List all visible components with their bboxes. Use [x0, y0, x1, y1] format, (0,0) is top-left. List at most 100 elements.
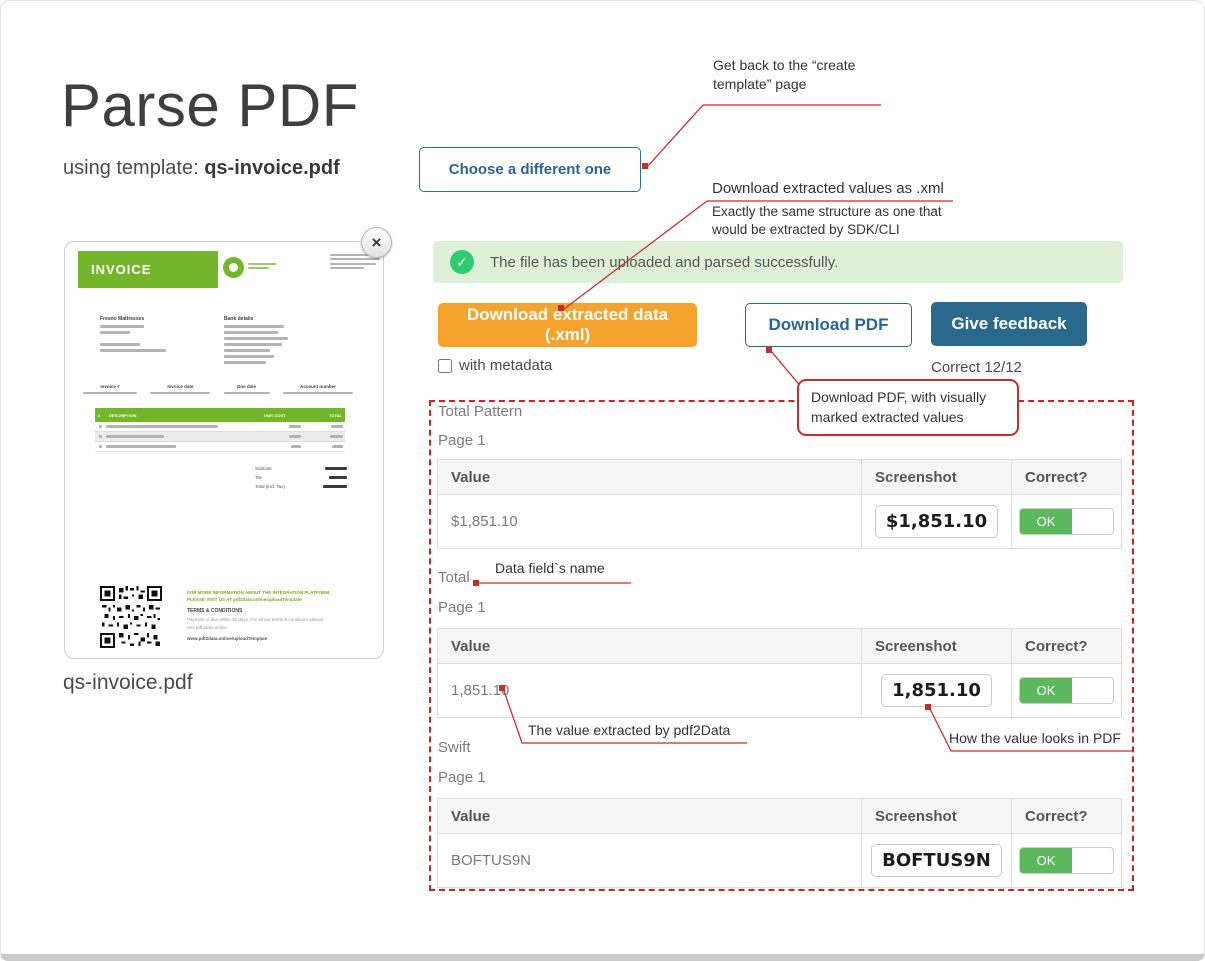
totals-label: Total (incl. Tax) — [255, 484, 285, 489]
success-message: The file has been uploaded and parsed su… — [490, 254, 838, 271]
column-header-correct: Correct? — [1011, 799, 1121, 834]
column-header-screenshot: Screenshot — [861, 460, 1011, 495]
blurred-text-line — [291, 445, 301, 448]
invoice-line-items: # DESCRIPTION UNIT COST TOTAL — [95, 408, 345, 452]
preview-filename: qs-invoice.pdf — [63, 671, 193, 695]
billing-address-block: Fresno Mattresses — [100, 316, 172, 355]
blurred-text-line — [224, 343, 282, 346]
blurred-text-line — [330, 267, 364, 269]
invoice-col-unitcost: UNIT COST — [261, 413, 305, 418]
with-metadata-label: with metadata — [459, 357, 552, 374]
blurred-text-line — [100, 349, 166, 352]
blurred-text-line — [330, 263, 376, 265]
meta-label: Account number — [279, 384, 357, 389]
arrow-back-to-template — [642, 105, 881, 169]
blurred-text-line — [106, 435, 164, 438]
correct-toggle[interactable]: OK — [1019, 677, 1114, 704]
close-preview-button[interactable]: × — [361, 227, 392, 258]
blurred-text-line — [325, 467, 347, 470]
column-header-value: Value — [438, 629, 861, 664]
blurred-text-line — [106, 445, 176, 448]
blurred-text-line — [330, 435, 343, 438]
field-name-label: Total Pattern — [438, 403, 522, 420]
annotation-download-xml-subtitle: Exactly the same structure as one that w… — [712, 203, 964, 238]
invoice-line-row — [95, 432, 345, 442]
column-header-value: Value — [438, 460, 861, 495]
annotation-field-name: Data field`s name — [495, 559, 605, 578]
page-label: Page 1 — [438, 599, 486, 616]
terms-line: Payment is due within 30 days. For all o… — [187, 616, 383, 623]
value-screenshot: BOFTUS9N — [871, 844, 1002, 877]
blurred-text-line — [100, 343, 140, 346]
results-table: Value Screenshot Correct? $1,851.10 $1,8… — [437, 459, 1122, 549]
column-header-value: Value — [438, 799, 861, 834]
value-screenshot: $1,851.10 — [875, 505, 998, 538]
template-subtitle: using template: qs-invoice.pdf — [63, 157, 340, 180]
page-label: Page 1 — [438, 769, 486, 786]
terms-line: visit pdf2data.online — [187, 624, 383, 631]
correct-toggle[interactable]: OK — [1019, 847, 1114, 874]
parse-pdf-page: Parse PDF using template: qs-invoice.pdf… — [0, 0, 1205, 961]
invoice-title-bar: INVOICE — [78, 251, 218, 288]
field-name-label: Swift — [438, 739, 471, 756]
choose-different-button[interactable]: Choose a different one — [419, 147, 641, 192]
blurred-text-line — [83, 392, 137, 395]
blurred-text-line — [330, 258, 380, 260]
check-circle-icon: ✓ — [450, 250, 474, 274]
blurred-text-line — [224, 325, 284, 328]
meta-label: Due date — [220, 384, 274, 389]
bank-details-label: Bank details — [224, 316, 296, 322]
blurred-text-line — [224, 392, 270, 395]
blurred-text-line — [248, 267, 269, 269]
page-title: Parse PDF — [61, 71, 359, 140]
blurred-text-line — [224, 331, 278, 334]
blurred-text-line — [289, 435, 301, 438]
value-screenshot: 1,851.10 — [881, 674, 992, 707]
footer-info-line: FOR MORE INFORMATION ABOUT THE INTEGRATI… — [187, 589, 383, 596]
invoice-col-number: # — [95, 413, 106, 418]
annotation-pdf-look: How the value looks in PDF — [949, 729, 1121, 748]
with-metadata-option[interactable]: with metadata — [438, 357, 552, 374]
give-feedback-button[interactable]: Give feedback — [931, 302, 1087, 346]
invoice-table-header: # DESCRIPTION UNIT COST TOTAL — [95, 408, 345, 422]
pdf-preview-card: INVOICE Fresno Mattresses Bank details — [64, 241, 384, 659]
invoice-totals-block: Subtotal Tax Total (incl. Tax) — [255, 466, 347, 493]
blurred-text-line — [289, 425, 301, 428]
annotation-extracted-value: The value extracted by pdf2Data — [528, 721, 730, 740]
results-table: Value Screenshot Correct? 1,851.10 1,851… — [437, 628, 1122, 718]
blurred-text-line — [150, 392, 210, 395]
invoice-col-total: TOTAL — [305, 413, 345, 418]
subtitle-prefix: using template: — [63, 157, 204, 179]
invoice-meta-row: Invoice # Invoice date Due date Account … — [79, 384, 357, 394]
extracted-value-cell: 1,851.10 — [438, 664, 861, 717]
column-header-screenshot: Screenshot — [861, 799, 1011, 834]
blurred-text-line — [224, 337, 288, 340]
blurred-text-line — [331, 425, 343, 428]
blurred-text-line — [99, 435, 102, 438]
invoice-col-description: DESCRIPTION — [106, 413, 261, 418]
blurred-text-line — [99, 445, 102, 448]
blurred-text-line — [224, 355, 274, 358]
totals-label: Tax — [255, 475, 262, 480]
invoice-preview: INVOICE Fresno Mattresses Bank details — [65, 242, 383, 658]
annotation-download-xml-title: Download extracted values as .xml — [712, 179, 944, 199]
with-metadata-checkbox[interactable] — [438, 359, 452, 373]
footer-info-line: PLEASE VISIT US AT pdf2data.online/uploa… — [187, 596, 383, 603]
blurred-text-line — [99, 425, 102, 428]
annotation-download-pdf-callout: Download PDF, with visually marked extra… — [797, 379, 1019, 436]
download-xml-button[interactable]: Download extracted data (.xml) — [438, 303, 697, 347]
download-pdf-button[interactable]: Download PDF — [745, 303, 912, 347]
template-name: qs-invoice.pdf — [204, 157, 340, 179]
toggle-ok-label: OK — [1020, 678, 1072, 703]
logo-text — [248, 261, 276, 271]
field-name-label: Total — [438, 569, 470, 586]
success-banner: ✓ The file has been uploaded and parsed … — [433, 241, 1123, 283]
annotation-back-to-template: Get back to the “create template” page — [713, 56, 898, 94]
correct-toggle[interactable]: OK — [1019, 508, 1114, 535]
blurred-text-line — [329, 476, 347, 479]
invoice-line-row — [95, 442, 345, 452]
blurred-text-line — [100, 325, 144, 328]
terms-title: TERMS & CONDITIONS — [187, 608, 383, 614]
totals-label: Subtotal — [255, 466, 272, 471]
column-header-correct: Correct? — [1011, 629, 1121, 664]
